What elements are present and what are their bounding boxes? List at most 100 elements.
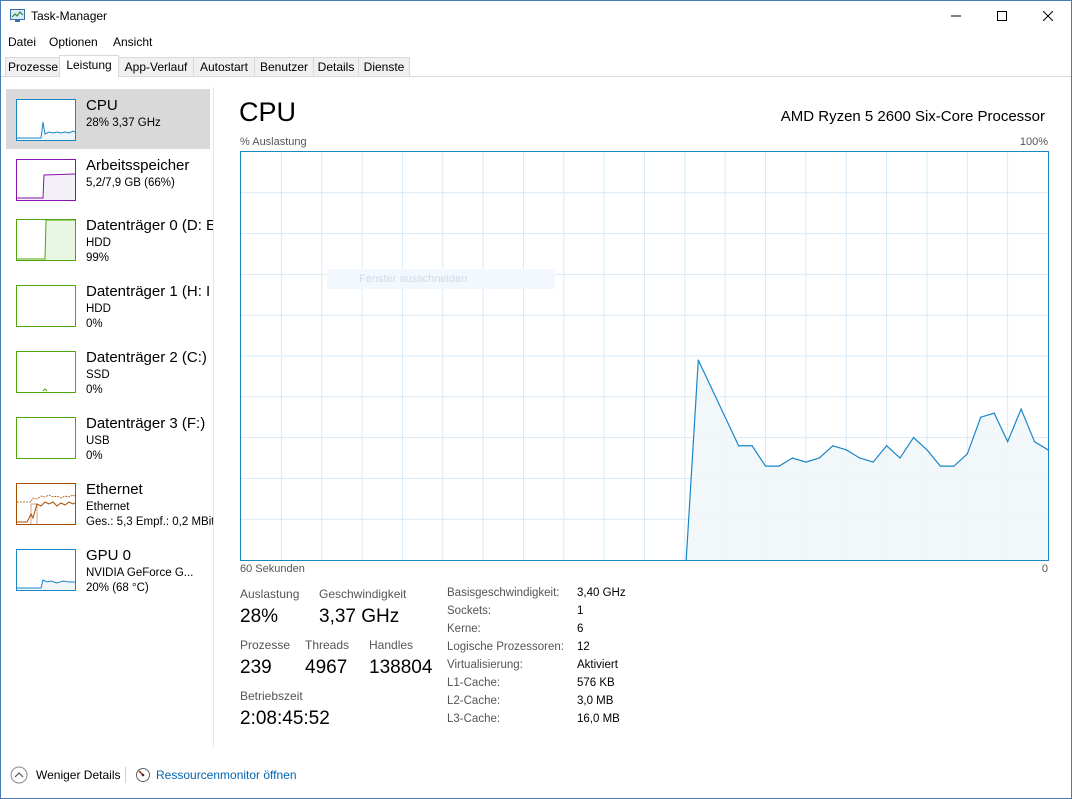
sidebar-item-type: NVIDIA GeForce G... [86,567,194,579]
cpu-usage-point [791,457,794,459]
sidebar-item-type: HDD [86,237,111,249]
sidebar-item-subtitle: 28% 3,37 GHz [86,117,161,129]
menu-optionen[interactable]: Optionen [49,35,98,49]
resource-monitor-link[interactable]: Ressourcenmonitor öffnen [135,765,297,785]
sidebar-item-value: 99% [86,252,110,264]
maximize-button[interactable] [979,1,1025,31]
detail-value: 3,40 GHz [577,587,626,599]
detail-value: 6 [577,623,584,635]
sidebar-item-title: Arbeitsspeicher [86,157,190,174]
detail-label: Kerne: [447,623,481,635]
stat-threads-value: 4967 [305,657,348,678]
cpu-usage-point [912,437,915,439]
cpu-usage-point [738,445,740,447]
cpu-usage-point [899,457,901,459]
disk1-thumbnail [16,285,76,327]
cpu-usage-point [993,412,995,414]
sidebar-divider [213,87,214,747]
cpu-usage-point [926,449,928,451]
less-details-button[interactable]: Weniger Details [10,765,120,785]
tab-autostart[interactable]: Autostart [193,57,255,76]
cpu-usage-point [872,461,874,463]
tab-leistung[interactable]: Leistung [59,55,119,77]
cpu-usage-point [764,465,767,467]
cpu-usage-chart [241,152,1049,561]
sidebar-item-value: 0% [86,384,103,396]
detail-label: L2-Cache: [447,695,501,707]
disk2-thumbnail [16,351,76,393]
detail-value: Aktiviert [577,659,618,671]
sidebar-item-datentraeger-3[interactable]: Datenträger 3 (F:) USB 0% [6,407,210,467]
detail-label: L3-Cache: [447,713,501,725]
tab-details[interactable]: Details [313,57,359,76]
tab-app-verlauf[interactable]: App-Verlauf [118,57,194,76]
cpu-thumbnail [16,99,76,141]
graph-y-label: % Auslastung [240,136,307,148]
stat-handles-value: 138804 [369,657,433,678]
resource-monitor-icon [136,768,150,782]
sidebar-item-value: Ges.: 5,3 Empf.: 0,2 MBit [86,516,214,528]
cpu-usage-point [778,465,780,467]
cpu-usage-point [980,416,982,418]
disk3-thumbnail [16,417,76,459]
footer: Weniger Details Ressourcenmonitor öffnen [1,761,1071,791]
stat-prozesse-label: Prozesse [240,638,291,652]
sidebar-item-title: Datenträger 3 (F:) [86,415,206,432]
minimize-button[interactable] [933,1,979,31]
processor-name: AMD Ryzen 5 2600 Six-Core Processor [780,108,1045,125]
disk0-thumbnail [16,219,76,261]
sidebar-item-title: Datenträger 2 (C:) [86,349,207,366]
tab-prozesse[interactable]: Prozesse [5,57,61,76]
detail-label: Basisgeschwindigkeit: [447,587,560,599]
cpu-usage-point [859,457,861,459]
menu-ansicht[interactable]: Ansicht [113,35,152,49]
task-manager-icon [10,9,25,22]
sidebar-item-cpu[interactable]: CPU 28% 3,37 GHz [6,89,210,149]
sidebar-item-type: USB [86,435,110,447]
tab-dienste[interactable]: Dienste [358,57,410,76]
detail-value: 576 KB [577,677,615,689]
sidebar-item-gpu-0[interactable]: GPU 0 NVIDIA GeForce G... 20% (68 °C) [6,539,210,599]
detail-label: Virtualisierung: [447,659,523,671]
sidebar-item-value: 0% [86,450,103,462]
stat-geschwindigkeit-label: Geschwindigkeit [319,587,407,601]
chevron-up-icon [10,766,28,784]
page-title: CPU [239,97,297,127]
sidebar-item-ethernet[interactable]: Ethernet Ethernet Ges.: 5,3 Empf.: 0,2 M… [6,473,214,533]
close-icon [1043,11,1053,21]
cpu-usage-point [805,461,807,463]
maximize-icon [997,11,1007,21]
sidebar-item-arbeitsspeicher[interactable]: Arbeitsspeicher 5,2/7,9 GB (66%) [6,149,210,209]
cpu-detail-panel: CPU AMD Ryzen 5 2600 Six-Core Processor … [239,91,1051,751]
cpu-usage-point [818,457,820,459]
cpu-usage-point [1020,408,1022,410]
snip-hint: Fenster ausschneiden [327,269,555,289]
footer-divider [125,767,126,783]
graph-y-max: 100% [1019,136,1048,148]
menu-datei[interactable]: Datei [8,35,36,49]
stat-auslastung-value: 28% [240,606,279,627]
cpu-usage-point [832,445,834,447]
sidebar: CPU 28% 3,37 GHz Arbeitsspeicher 5,2/7,9… [1,87,214,747]
ethernet-thumbnail [16,483,76,525]
stat-threads-label: Threads [305,638,350,652]
sidebar-item-datentraeger-0[interactable]: Datenträger 0 (D: E HDD 99% [6,209,214,269]
cpu-usage-point [751,445,753,447]
cpu-usage-point [697,359,699,361]
detail-value: 16,0 MB [577,713,620,725]
sidebar-item-datentraeger-2[interactable]: Datenträger 2 (C:) SSD 0% [6,341,210,401]
stat-auslastung-label: Auslastung [240,587,300,601]
tab-benutzer[interactable]: Benutzer [254,57,314,76]
close-button[interactable] [1025,1,1071,31]
detail-label: Sockets: [447,605,492,617]
sidebar-item-subtitle: 5,2/7,9 GB (66%) [86,177,175,189]
sidebar-item-datentraeger-1[interactable]: Datenträger 1 (H: I HDD 0% [6,275,210,335]
sidebar-item-value: 0% [86,318,103,330]
cpu-usage-point [1033,441,1036,443]
cpu-usage-point [845,449,847,451]
cpu-usage-point [711,388,713,390]
cpu-usage-point [1007,441,1009,443]
stat-geschwindigkeit-value: 3,37 GHz [319,606,400,627]
stat-betriebszeit-label: Betriebszeit [240,689,303,703]
cpu-usage-graph: Fenster ausschneiden [240,151,1049,561]
